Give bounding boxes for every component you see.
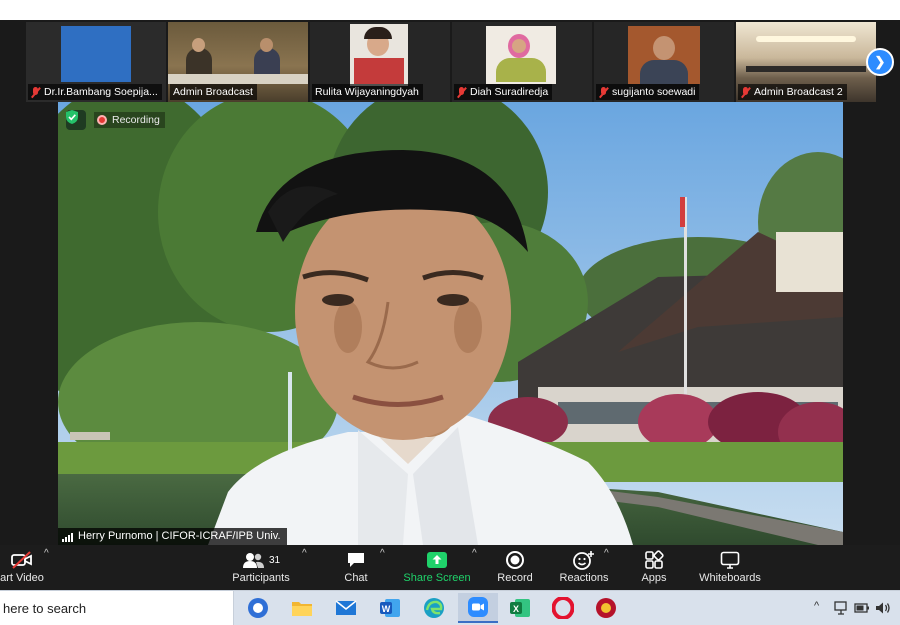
start-video-button[interactable]: art Video (0, 549, 48, 589)
recording-indicator: Recording (94, 112, 165, 128)
speaker-name-tag: Herry Purnomo | CIFOR-ICRAF/IPB Univ. (58, 528, 287, 545)
tray-chevron-up-icon[interactable]: ^ (814, 600, 819, 612)
virtual-background (58, 102, 843, 545)
video-options-caret-icon[interactable]: ^ (44, 548, 49, 559)
share-screen-button[interactable]: Share Screen (403, 549, 471, 589)
taskbar-app-excel[interactable]: X (500, 593, 540, 623)
mic-muted-icon (599, 86, 608, 98)
top-margin (0, 0, 900, 20)
participants-options-caret-icon[interactable]: ^ (302, 548, 307, 559)
whiteboards-button[interactable]: Whiteboards (696, 549, 764, 589)
meet-app-icon (248, 598, 268, 618)
recording-dot-icon (97, 115, 107, 125)
reactions-icon (573, 549, 595, 571)
chevron-right-icon: ❯ (874, 54, 886, 69)
record-icon (505, 549, 525, 571)
meeting-toolbar: art Video ^ 31 Participants ^ Chat ^ Sha… (0, 545, 900, 590)
participant-name: sugijanto soewadi (612, 86, 696, 98)
speaker-name: Herry Purnomo | CIFOR-ICRAF/IPB Univ. (78, 530, 281, 542)
chat-button[interactable]: Chat (336, 549, 376, 589)
taskbar-search-box[interactable] (0, 591, 234, 625)
recording-label: Recording (112, 114, 160, 126)
apps-label: Apps (641, 572, 667, 584)
record-button[interactable]: Record (494, 549, 536, 589)
participant-strip: Dr.Ir.Bambang Soepija... Admin Broadcast (26, 22, 894, 102)
windows-taskbar: W X ^ (0, 590, 900, 625)
participant-name: Admin Broadcast (173, 86, 253, 98)
signal-strength-icon (62, 532, 73, 542)
mic-muted-icon (31, 86, 40, 98)
battery-icon[interactable] (854, 602, 870, 614)
participant-name: Rulita Wijayaningdyah (315, 86, 419, 98)
excel-icon: X (510, 599, 530, 617)
taskbar-app-opera[interactable] (543, 593, 583, 623)
mic-muted-icon (741, 86, 750, 98)
whiteboard-icon (720, 549, 740, 571)
svg-text:X: X (513, 604, 519, 614)
share-screen-icon (426, 549, 448, 571)
volume-icon[interactable] (875, 601, 891, 615)
taskbar-app-edge[interactable] (414, 593, 454, 623)
chat-label: Chat (344, 572, 368, 584)
participant-name-tag: Rulita Wijayaningdyah (312, 84, 423, 100)
game-app-icon (596, 598, 616, 618)
participant-tile[interactable]: Rulita Wijayaningdyah (310, 22, 450, 102)
chat-icon (346, 549, 366, 571)
taskbar-app-file-explorer[interactable] (282, 593, 322, 623)
participant-tile[interactable]: Admin Broadcast 2 (736, 22, 876, 102)
zoom-meeting-window: Dr.Ir.Bambang Soepija... Admin Broadcast (0, 20, 900, 590)
mail-icon (335, 600, 357, 615)
start-video-label: art Video (0, 572, 44, 584)
participant-name: Diah Suradiredja (470, 86, 549, 98)
participant-tile[interactable]: Admin Broadcast (168, 22, 308, 102)
next-page-button[interactable]: ❯ (866, 48, 894, 76)
security-shield-icon[interactable] (66, 110, 86, 130)
taskbar-search-input[interactable] (0, 591, 233, 625)
folder-icon (292, 602, 312, 616)
chat-options-caret-icon[interactable]: ^ (380, 548, 385, 559)
reactions-button[interactable]: Reactions (558, 549, 610, 589)
network-icon[interactable] (834, 601, 850, 615)
opera-icon (552, 597, 574, 619)
participant-tile[interactable]: Diah Suradiredja (452, 22, 592, 102)
participant-name-tag: Dr.Ir.Bambang Soepija... (28, 84, 162, 100)
participants-icon: 31 (242, 549, 280, 571)
participant-name-tag: Admin Broadcast (170, 84, 257, 100)
participants-label: Participants (232, 572, 290, 584)
taskbar-app-mail[interactable] (326, 593, 366, 623)
active-speaker-video: Recording Herry Purnomo | CIFOR-ICRAF/IP… (58, 102, 843, 545)
word-icon: W (380, 599, 400, 617)
apps-icon (644, 549, 664, 571)
taskbar-app-meet[interactable] (238, 593, 278, 623)
taskbar-app-word[interactable]: W (370, 593, 410, 623)
screen: Dr.Ir.Bambang Soepija... Admin Broadcast (0, 0, 900, 625)
svg-text:W: W (382, 604, 391, 614)
participant-name: Dr.Ir.Bambang Soepija... (44, 86, 158, 98)
mic-muted-icon (457, 86, 466, 98)
share-options-caret-icon[interactable]: ^ (472, 548, 477, 559)
taskbar-app-zoom[interactable] (458, 593, 498, 623)
participant-tile[interactable]: sugijanto soewadi (594, 22, 734, 102)
participant-tile[interactable]: Dr.Ir.Bambang Soepija... (26, 22, 166, 102)
reactions-label: Reactions (559, 572, 609, 584)
whiteboards-label: Whiteboards (699, 572, 761, 584)
participants-button[interactable]: 31 Participants (230, 549, 292, 589)
video-off-icon (10, 549, 34, 571)
edge-icon (424, 598, 444, 618)
participant-name-tag: sugijanto soewadi (596, 84, 700, 100)
zoom-icon (468, 597, 488, 617)
participant-name-tag: Diah Suradiredja (454, 84, 553, 100)
share-screen-label: Share Screen (403, 572, 471, 584)
participant-name: Admin Broadcast 2 (754, 86, 843, 98)
record-label: Record (497, 572, 533, 584)
participants-count: 31 (268, 554, 281, 566)
participant-name-tag: Admin Broadcast 2 (738, 84, 847, 100)
reactions-options-caret-icon[interactable]: ^ (604, 548, 609, 559)
apps-button[interactable]: Apps (634, 549, 674, 589)
taskbar-app-game[interactable] (586, 593, 626, 623)
